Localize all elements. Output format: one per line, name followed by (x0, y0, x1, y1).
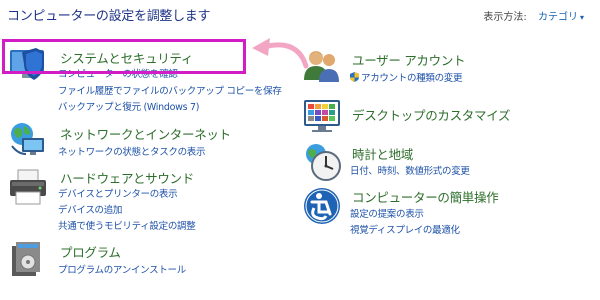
view-by-label: 表示方法: (483, 12, 527, 23)
category-title[interactable]: プログラム (60, 242, 121, 261)
clock-globe-icon (306, 144, 341, 181)
category-link-with-shield[interactable]: アカウントの種類の変更 (350, 70, 463, 84)
programs-icon (12, 242, 40, 276)
category-link[interactable]: 視覚ディスプレイの最適化 (350, 222, 460, 236)
page-title: コンピューターの設定を調整します (7, 9, 211, 24)
chevron-down-icon: ▾ (579, 13, 584, 22)
category-link[interactable]: ネットワークの状態とタスクの表示 (58, 144, 206, 158)
control-panel-window: コンピューターの設定を調整します 表示方法: カテゴリ ▾ システムとセキュリティ… (0, 0, 600, 300)
category-link[interactable]: 設定の提案の表示 (350, 206, 424, 220)
printer-icon (10, 169, 46, 205)
category-link-text: アカウントの種類の変更 (361, 73, 463, 84)
category-link[interactable]: 共通で使うモビリティ設定の調整 (58, 218, 196, 232)
desktop-customize-icon (304, 100, 340, 132)
category-title[interactable]: 時計と地域 (352, 144, 413, 163)
category-title[interactable]: コンピューターの簡単操作 (352, 187, 499, 206)
ease-of-access-icon (304, 188, 340, 224)
category-link[interactable]: デバイスの追加 (58, 202, 122, 216)
category-title[interactable]: ユーザー アカウント (352, 50, 466, 69)
category-title[interactable]: デスクトップのカスタマイズ (352, 105, 511, 124)
category-title[interactable]: ハードウェアとサウンド (60, 168, 194, 187)
uac-shield-icon (350, 72, 359, 82)
category-link[interactable]: バックアップと復元 (Windows 7) (58, 99, 199, 113)
network-globe-icon (11, 123, 44, 155)
category-link[interactable]: ファイル履歴でファイルのバックアップ コピーを保存 (58, 83, 282, 97)
view-by-dropdown[interactable]: カテゴリ ▾ (538, 12, 584, 23)
category-link[interactable]: プログラムのアンインストール (58, 262, 186, 276)
highlight-box (2, 39, 246, 74)
category-link[interactable]: 日付、時刻、数値形式の変更 (350, 163, 470, 177)
view-by: 表示方法: カテゴリ ▾ (483, 8, 584, 23)
users-icon (304, 51, 339, 82)
view-by-value: カテゴリ (537, 12, 578, 23)
category-link[interactable]: デバイスとプリンターの表示 (58, 186, 178, 200)
category-title[interactable]: ネットワークとインターネット (60, 124, 231, 143)
